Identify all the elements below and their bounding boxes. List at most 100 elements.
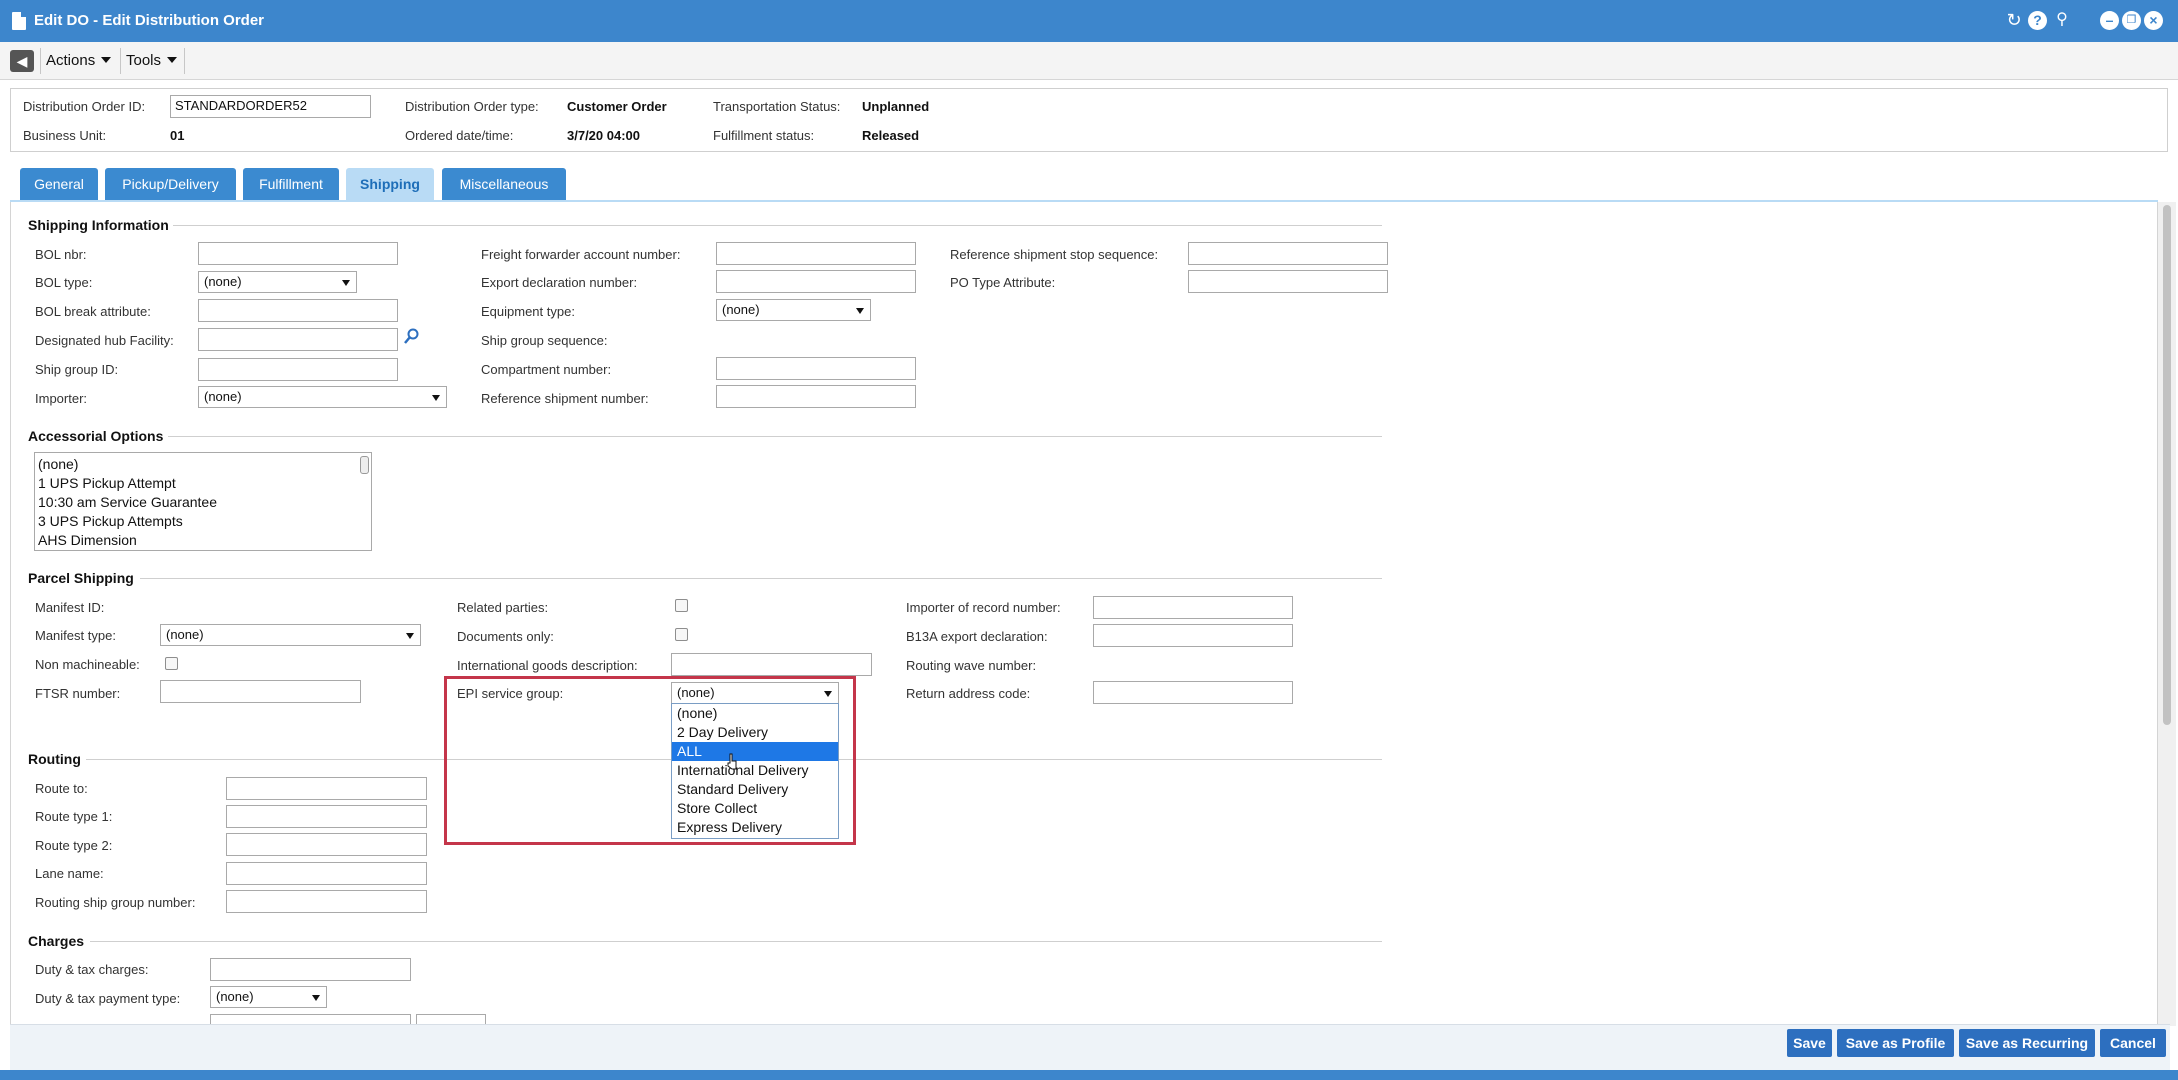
manifest-type-label: Manifest type:	[35, 628, 116, 643]
save-as-profile-button[interactable]: Save as Profile	[1837, 1029, 1954, 1057]
actions-menu-label: Actions	[46, 52, 96, 69]
minimize-icon[interactable]: –	[2100, 11, 2119, 30]
business-unit-value: 01	[170, 128, 185, 143]
ship-group-id-input[interactable]	[198, 358, 398, 381]
charges-title: Charges	[28, 933, 89, 949]
compartment-input[interactable]	[716, 357, 916, 380]
tab-shipping[interactable]: Shipping	[346, 168, 434, 201]
tab-fulfillment[interactable]: Fulfillment	[243, 168, 339, 201]
save-button[interactable]: Save	[1787, 1029, 1832, 1057]
list-item[interactable]: 3 UPS Pickup Attempts	[38, 512, 368, 531]
intl-goods-input[interactable]	[671, 653, 872, 676]
po-type-input[interactable]	[1188, 270, 1388, 293]
duty-tax-input[interactable]	[210, 958, 411, 981]
search-icon[interactable]	[403, 328, 419, 346]
manifest-type-select[interactable]: (none)	[160, 624, 421, 646]
route-type2-label: Route type 2:	[35, 838, 113, 853]
bol-nbr-label: BOL nbr:	[35, 247, 87, 262]
compartment-label: Compartment number:	[481, 362, 612, 377]
ship-group-id-label: Ship group ID:	[35, 362, 119, 377]
tab-pickup-delivery[interactable]: Pickup/Delivery	[105, 168, 236, 201]
tab-miscellaneous[interactable]: Miscellaneous	[442, 168, 566, 201]
equipment-type-select[interactable]: (none)	[716, 299, 871, 321]
cancel-button[interactable]: Cancel	[2100, 1029, 2166, 1057]
lane-name-label: Lane name:	[35, 866, 104, 881]
listbox-scrollbar[interactable]	[360, 456, 369, 474]
route-to-input[interactable]	[226, 777, 427, 800]
scrollbar-thumb[interactable]	[2163, 205, 2171, 725]
help-icon[interactable]: ?	[2028, 11, 2047, 30]
ref-shipment-input[interactable]	[716, 385, 916, 408]
ordered-value: 3/7/20 04:00	[567, 128, 641, 143]
window-title: Edit DO - Edit Distribution Order	[34, 12, 264, 29]
list-item[interactable]: 1 UPS Pickup Attempt	[38, 474, 368, 493]
b13a-input[interactable]	[1093, 624, 1293, 647]
chevron-down-icon	[342, 280, 350, 286]
bol-type-label: BOL type:	[35, 275, 93, 290]
back-arrow-icon[interactable]: ◀	[10, 50, 34, 72]
business-unit-label: Business Unit:	[23, 128, 107, 143]
do-type-value: Customer Order	[567, 99, 667, 114]
accessorial-listbox[interactable]: (none) 1 UPS Pickup Attempt 10:30 am Ser…	[34, 452, 372, 551]
actions-menu-button[interactable]: Actions	[46, 52, 112, 69]
close-icon[interactable]: ×	[2144, 11, 2163, 30]
related-parties-checkbox[interactable]	[675, 599, 688, 612]
refresh-icon[interactable]: ↻	[2004, 10, 2024, 30]
freight-forwarder-input[interactable]	[716, 242, 916, 265]
export-decl-input[interactable]	[716, 270, 916, 293]
hub-facility-input[interactable]	[198, 328, 398, 351]
return-address-input[interactable]	[1093, 681, 1293, 704]
duty-tax-payment-label: Duty & tax payment type:	[35, 991, 181, 1006]
window-title-bar: Edit DO - Edit Distribution Order ↻ ? ⚲ …	[0, 0, 2178, 42]
document-icon	[12, 12, 26, 30]
toolbar-divider	[40, 48, 41, 74]
lane-name-input[interactable]	[226, 862, 427, 885]
parcel-title: Parcel Shipping	[28, 570, 138, 586]
duty-tax-payment-select[interactable]: (none)	[210, 986, 327, 1008]
importer-select[interactable]: (none)	[198, 386, 447, 408]
documents-only-label: Documents only:	[457, 629, 554, 644]
documents-only-checkbox[interactable]	[675, 628, 688, 641]
ftsr-input[interactable]	[160, 680, 361, 703]
bol-break-input[interactable]	[198, 299, 398, 322]
routing-wave-label: Routing wave number:	[906, 658, 1037, 673]
chevron-down-icon	[432, 395, 440, 401]
importer-record-input[interactable]	[1093, 596, 1293, 619]
export-decl-label: Export declaration number:	[481, 275, 638, 290]
partial-input[interactable]	[416, 1014, 486, 1024]
ship-group-seq-label: Ship group sequence:	[481, 333, 608, 348]
partial-input[interactable]	[210, 1014, 411, 1024]
bol-break-label: BOL break attribute:	[35, 304, 151, 319]
tools-menu-button[interactable]: Tools	[126, 52, 178, 69]
related-parties-label: Related parties:	[457, 600, 549, 615]
routing-ship-group-input[interactable]	[226, 890, 427, 913]
toolbar	[0, 42, 2178, 80]
routing-ship-group-label: Routing ship group number:	[35, 895, 196, 910]
list-item[interactable]: AHS Dimension	[38, 531, 368, 550]
ref-stop-seq-label: Reference shipment stop sequence:	[950, 247, 1159, 262]
section-divider	[90, 941, 1382, 942]
intl-goods-label: International goods description:	[457, 658, 638, 673]
route-type1-label: Route type 1:	[35, 809, 113, 824]
route-type1-input[interactable]	[226, 805, 427, 828]
equipment-type-value: (none)	[722, 302, 760, 317]
list-item[interactable]: 10:30 am Service Guarantee	[38, 493, 368, 512]
save-as-recurring-button[interactable]: Save as Recurring	[1959, 1029, 2095, 1057]
ref-stop-seq-input[interactable]	[1188, 242, 1388, 265]
bol-type-select[interactable]: (none)	[198, 271, 357, 293]
hub-facility-label: Designated hub Facility:	[35, 333, 174, 348]
return-address-label: Return address code:	[906, 686, 1031, 701]
restore-icon[interactable]: ❐	[2122, 11, 2141, 30]
bol-nbr-input[interactable]	[198, 242, 398, 265]
pin-icon[interactable]: ⚲	[2052, 10, 2072, 30]
tab-general[interactable]: General	[20, 168, 98, 201]
list-item[interactable]: (none)	[38, 455, 368, 474]
chevron-down-icon	[101, 57, 112, 63]
importer-value: (none)	[204, 389, 242, 404]
do-id-input[interactable]: STANDARDORDER52	[170, 95, 371, 118]
manifest-id-label: Manifest ID:	[35, 600, 105, 615]
duty-tax-label: Duty & tax charges:	[35, 962, 149, 977]
route-type2-input[interactable]	[226, 833, 427, 856]
non-machineable-checkbox[interactable]	[165, 657, 178, 670]
section-divider	[170, 225, 1382, 226]
